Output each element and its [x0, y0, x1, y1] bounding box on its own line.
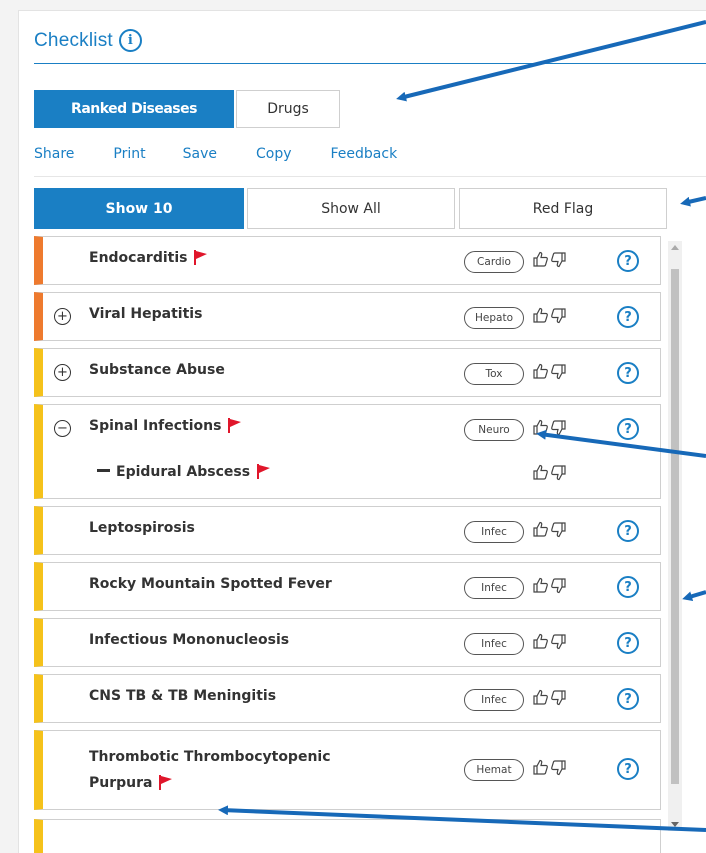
thumbs-up-icon[interactable]	[532, 633, 549, 650]
help-icon[interactable]: ?	[617, 418, 639, 440]
show-all-button[interactable]: Show All	[247, 188, 455, 229]
checklist-panel: Checklist i Ranked Diseases Drugs Share …	[18, 10, 706, 853]
thumbs-up-icon[interactable]	[532, 251, 549, 268]
help-icon[interactable]: ?	[617, 362, 639, 384]
disease-name: Spinal Infections	[89, 418, 242, 434]
specialty-tag: Infec	[464, 577, 524, 599]
list-scrollbar[interactable]	[668, 241, 682, 831]
thumbs-up-icon[interactable]	[532, 419, 549, 436]
checklist-header: Checklist i	[34, 29, 142, 52]
feedback-thumbs	[532, 251, 567, 268]
help-icon[interactable]: ?	[617, 758, 639, 780]
thumbs-up-icon[interactable]	[532, 521, 549, 538]
disease-name: Leptospirosis	[89, 520, 195, 536]
list-item[interactable]	[34, 819, 661, 853]
help-icon[interactable]: ?	[617, 632, 639, 654]
share-link[interactable]: Share	[34, 146, 74, 162]
red-flag-icon	[257, 464, 271, 479]
feedback-thumbs	[532, 363, 567, 380]
expand-icon[interactable]: +	[54, 364, 71, 381]
list-item[interactable]: Thrombotic Thrombocytopenic Purpura Hema…	[34, 730, 661, 810]
save-link[interactable]: Save	[183, 146, 217, 162]
specialty-tag: Tox	[464, 363, 524, 385]
list-item[interactable]: Infectious Mononucleosis Infec ?	[34, 618, 661, 667]
thumbs-up-icon[interactable]	[532, 577, 549, 594]
thumbs-down-icon[interactable]	[550, 464, 567, 481]
help-icon[interactable]: ?	[617, 306, 639, 328]
disease-name: Viral Hepatitis	[89, 306, 203, 322]
thumbs-up-icon[interactable]	[532, 464, 549, 481]
feedback-link[interactable]: Feedback	[331, 146, 398, 162]
feedback-thumbs	[532, 759, 567, 776]
thumbs-up-icon[interactable]	[532, 759, 549, 776]
help-icon[interactable]: ?	[617, 520, 639, 542]
disease-name: Thrombotic Thrombocytopenic Purpura	[89, 749, 331, 791]
thumbs-down-icon[interactable]	[550, 521, 567, 538]
disease-name: Rocky Mountain Spotted Fever	[89, 576, 332, 592]
disease-name: Infectious Mononucleosis	[89, 632, 290, 648]
help-icon[interactable]: ?	[617, 250, 639, 272]
feedback-thumbs	[532, 464, 567, 481]
specialty-tag: Infec	[464, 521, 524, 543]
thumbs-down-icon[interactable]	[550, 577, 567, 594]
dash-icon	[97, 469, 110, 472]
list-item[interactable]: Rocky Mountain Spotted Fever Infec ?	[34, 562, 661, 611]
feedback-thumbs	[532, 633, 567, 650]
collapse-icon[interactable]: −	[54, 420, 71, 437]
page-title: Checklist	[34, 29, 113, 51]
feedback-thumbs	[532, 577, 567, 594]
list-item[interactable]: + Viral Hepatitis Hepato ?	[34, 292, 661, 341]
tab-drugs[interactable]: Drugs	[236, 90, 340, 128]
list-item[interactable]: CNS TB & TB Meningitis Infec ?	[34, 674, 661, 723]
disease-name: Endocarditis	[89, 250, 208, 266]
thumbs-down-icon[interactable]	[550, 689, 567, 706]
disease-name: Substance Abuse	[89, 362, 225, 378]
specialty-tag: Cardio	[464, 251, 524, 273]
expand-icon[interactable]: +	[54, 308, 71, 325]
show-10-button[interactable]: Show 10	[34, 188, 244, 229]
thumbs-down-icon[interactable]	[550, 633, 567, 650]
specialty-tag: Neuro	[464, 419, 524, 441]
list-item[interactable]: Endocarditis Cardio ?	[34, 236, 661, 285]
action-links: Share Print Save Copy Feedback	[34, 146, 397, 162]
red-flag-icon	[159, 775, 173, 790]
scroll-up-arrow-icon[interactable]	[671, 245, 679, 250]
thumbs-up-icon[interactable]	[532, 363, 549, 380]
red-flag-icon	[194, 250, 208, 265]
specialty-tag: Hemat	[464, 759, 524, 781]
disease-name: CNS TB & TB Meningitis	[89, 688, 277, 704]
specialty-tag: Infec	[464, 633, 524, 655]
help-icon[interactable]: ?	[617, 576, 639, 598]
list-item[interactable]: Leptospirosis Infec ?	[34, 506, 661, 555]
info-icon[interactable]: i	[118, 29, 142, 52]
thumbs-down-icon[interactable]	[550, 419, 567, 436]
links-divider	[34, 176, 706, 177]
specialty-tag: Infec	[464, 689, 524, 711]
feedback-thumbs	[532, 521, 567, 538]
thumbs-down-icon[interactable]	[550, 251, 567, 268]
sub-item[interactable]: Epidural Abscess	[43, 452, 660, 497]
specialty-tag: Hepato	[464, 307, 524, 329]
feedback-thumbs	[532, 419, 567, 436]
feedback-thumbs	[532, 307, 567, 324]
list-item[interactable]: + Substance Abuse Tox ?	[34, 348, 661, 397]
red-flag-icon	[228, 418, 242, 433]
tab-ranked-diseases[interactable]: Ranked Diseases	[34, 90, 234, 128]
thumbs-up-icon[interactable]	[532, 307, 549, 324]
print-link[interactable]: Print	[113, 146, 145, 162]
scroll-thumb[interactable]	[671, 269, 679, 784]
scroll-down-arrow-icon[interactable]	[671, 822, 679, 827]
header-divider	[34, 63, 706, 64]
thumbs-up-icon[interactable]	[532, 689, 549, 706]
thumbs-down-icon[interactable]	[550, 759, 567, 776]
help-icon[interactable]: ?	[617, 688, 639, 710]
feedback-thumbs	[532, 689, 567, 706]
list-item[interactable]: − Spinal Infections Neuro ? Epidural Abs…	[34, 404, 661, 499]
thumbs-down-icon[interactable]	[550, 363, 567, 380]
thumbs-down-icon[interactable]	[550, 307, 567, 324]
red-flag-button[interactable]: Red Flag	[459, 188, 667, 229]
sub-disease-name: Epidural Abscess	[97, 464, 271, 480]
copy-link[interactable]: Copy	[256, 146, 292, 162]
